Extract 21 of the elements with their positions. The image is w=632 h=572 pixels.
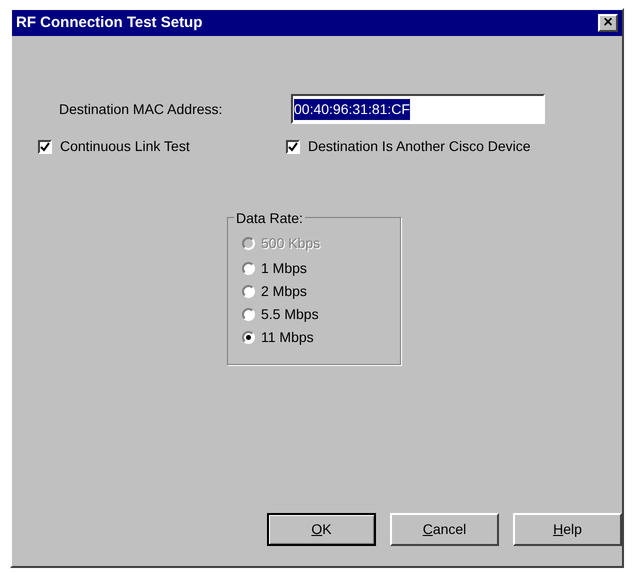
radio-button[interactable] [242, 262, 255, 275]
close-button[interactable]: × [598, 14, 618, 32]
radio-label: 500 Kbps [261, 234, 320, 253]
mac-address-field[interactable]: 00:40:96:31:81:CF [291, 94, 545, 124]
checkbox-label: Destination Is Another Cisco Device [308, 137, 531, 156]
checkbox[interactable] [38, 140, 52, 154]
mac-address-label: Destination MAC Address: [59, 100, 224, 118]
checkbox[interactable] [286, 140, 300, 154]
radio-label: 11 Mbps [261, 328, 314, 347]
radio-button[interactable] [242, 285, 255, 298]
window-title: RF Connection Test Setup [16, 12, 202, 33]
dialog-button[interactable]: OK [267, 513, 376, 546]
dialog-button[interactable]: Cancel [390, 513, 499, 546]
radio-button[interactable] [242, 308, 255, 321]
dialog-button[interactable]: Help [513, 513, 622, 546]
field-value: 00:40:96:31:81:CF [294, 98, 410, 120]
radio-button[interactable] [242, 331, 255, 344]
checkbox-label: Continuous Link Test [60, 137, 190, 156]
radio-label: 5.5 Mbps [261, 305, 319, 324]
radio-label: 1 Mbps [261, 259, 307, 278]
radio-label: 2 Mbps [261, 282, 307, 301]
